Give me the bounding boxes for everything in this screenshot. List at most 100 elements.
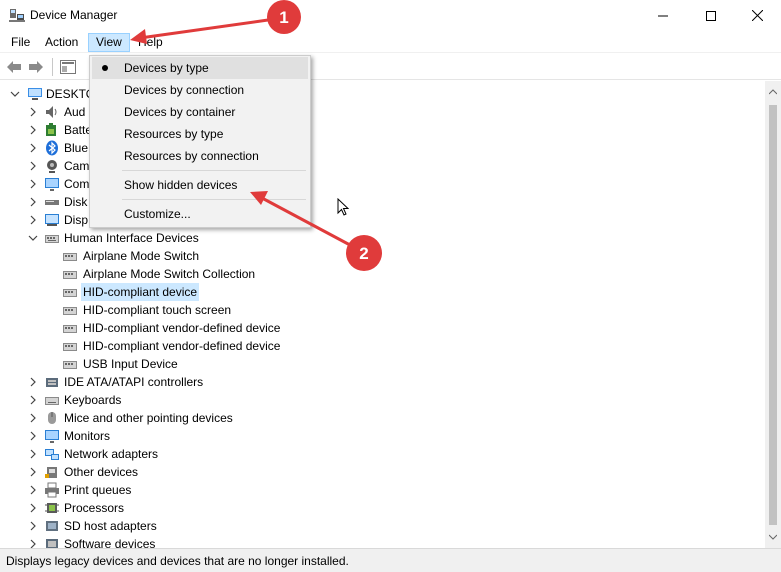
vertical-scrollbar[interactable] [765, 81, 781, 548]
properties-button[interactable] [58, 58, 78, 76]
expand-icon[interactable] [28, 377, 38, 387]
menu-action[interactable]: Action [38, 33, 85, 52]
scroll-up-icon[interactable] [769, 89, 777, 95]
expand-icon[interactable] [28, 521, 38, 531]
hid-device-icon [63, 289, 77, 297]
menu-item-customize[interactable]: Customize... [92, 203, 308, 225]
menu-view[interactable]: View [88, 33, 130, 52]
maximize-button[interactable] [688, 0, 734, 31]
radio-bullet-icon [102, 65, 108, 71]
menu-item-label: Devices by type [124, 61, 209, 75]
expand-icon[interactable] [28, 395, 38, 405]
close-icon [751, 10, 763, 21]
menu-item-label: Devices by connection [124, 83, 245, 97]
tree-category[interactable]: Disp [0, 211, 90, 229]
hid-device-icon [63, 343, 77, 351]
scrollbar-thumb[interactable] [769, 105, 777, 525]
tree-category[interactable]: Print queues [0, 481, 300, 499]
tree-category[interactable]: Processors [0, 499, 300, 517]
tree-category[interactable]: Mice and other pointing devices [0, 409, 300, 427]
menu-help[interactable]: Help [131, 33, 170, 52]
minimize-button[interactable] [640, 0, 686, 31]
menu-bar: File Action View Help [0, 31, 781, 53]
tree-category[interactable]: Com [0, 175, 90, 193]
network-adapter-icon [45, 449, 59, 460]
tree-category[interactable]: Blue [0, 139, 90, 157]
expand-icon[interactable] [28, 467, 38, 477]
menu-item-devices-by-type[interactable]: Devices by type [92, 57, 308, 79]
category-label: Aud [64, 105, 86, 119]
tree-category[interactable]: Batte [0, 121, 92, 139]
keyboard-icon [45, 397, 59, 405]
device-label: Airplane Mode Switch Collection [83, 267, 256, 281]
expand-icon[interactable] [28, 539, 38, 548]
toolbar-separator [52, 58, 53, 76]
device-label: HID-compliant touch screen [83, 303, 232, 317]
menu-item-devices-by-connection[interactable]: Devices by connection [92, 79, 308, 101]
expand-icon[interactable] [28, 161, 38, 171]
expand-icon[interactable] [28, 197, 38, 207]
collapse-icon[interactable] [28, 233, 38, 243]
expand-icon[interactable] [28, 107, 38, 117]
other-devices-icon [45, 467, 57, 478]
mouse-cursor-icon [337, 198, 350, 216]
tree-category[interactable]: Cam [0, 157, 90, 175]
device-item[interactable]: HID-compliant vendor-defined device [0, 319, 330, 337]
view-menu-dropdown: Devices by type Devices by connection De… [89, 55, 311, 228]
hid-keyboard-icon [45, 235, 59, 243]
close-button[interactable] [734, 0, 780, 31]
sd-host-icon [46, 521, 58, 531]
tree-category[interactable]: Monitors [0, 427, 300, 445]
menu-separator [122, 170, 306, 171]
window-title: Device Manager [30, 8, 118, 22]
scroll-down-icon[interactable] [769, 534, 777, 540]
device-item[interactable]: HID-compliant touch screen [0, 301, 330, 319]
category-label: Disk [64, 195, 88, 209]
tree-category[interactable]: Software devices [0, 535, 300, 548]
expand-icon[interactable] [28, 431, 38, 441]
menu-item-show-hidden-devices[interactable]: Show hidden devices [92, 174, 308, 196]
tree-category[interactable]: Aud [0, 103, 90, 121]
category-label: Blue [64, 141, 89, 155]
device-item[interactable]: HID-compliant vendor-defined device [0, 337, 330, 355]
display-adapter-icon [45, 214, 59, 226]
device-item[interactable]: Airplane Mode Switch [0, 247, 330, 265]
menu-item-resources-by-connection[interactable]: Resources by connection [92, 145, 308, 167]
menu-separator [122, 199, 306, 200]
category-label: Human Interface Devices [64, 231, 199, 245]
collapse-icon[interactable] [10, 89, 20, 99]
device-label: Airplane Mode Switch [83, 249, 200, 263]
tree-category[interactable]: Network adapters [0, 445, 300, 463]
menu-item-label: Resources by connection [124, 149, 259, 163]
tree-category[interactable]: Keyboards [0, 391, 300, 409]
tree-category[interactable]: Disk [0, 193, 90, 211]
maximize-icon [706, 10, 716, 21]
status-bar: Displays legacy devices and devices that… [0, 548, 781, 572]
category-label: Com [64, 177, 90, 191]
tree-category[interactable]: IDE ATA/ATAPI controllers [0, 373, 300, 391]
bluetooth-icon [46, 140, 58, 156]
category-label: Cam [64, 159, 90, 173]
menu-item-resources-by-type[interactable]: Resources by type [92, 123, 308, 145]
expand-icon[interactable] [28, 449, 38, 459]
tree-category-hid[interactable]: Human Interface Devices [0, 229, 300, 247]
menu-item-devices-by-container[interactable]: Devices by container [92, 101, 308, 123]
expand-icon[interactable] [28, 503, 38, 513]
expand-icon[interactable] [28, 485, 38, 495]
device-item[interactable]: USB Input Device [0, 355, 330, 373]
mouse-icon [48, 412, 56, 424]
device-item[interactable]: Airplane Mode Switch Collection [0, 265, 330, 283]
expand-icon[interactable] [28, 143, 38, 153]
tree-category[interactable]: SD host adapters [0, 517, 300, 535]
expand-icon[interactable] [28, 215, 38, 225]
device-item-selected[interactable]: HID-compliant device [0, 283, 330, 301]
minimize-icon [658, 15, 668, 16]
back-button[interactable] [4, 58, 24, 76]
tree-category[interactable]: Other devices [0, 463, 300, 481]
category-label: Mice and other pointing devices [64, 411, 233, 425]
menu-file[interactable]: File [4, 33, 37, 52]
expand-icon[interactable] [28, 125, 38, 135]
forward-button[interactable] [26, 58, 46, 76]
expand-icon[interactable] [28, 413, 38, 423]
expand-icon[interactable] [28, 179, 38, 189]
